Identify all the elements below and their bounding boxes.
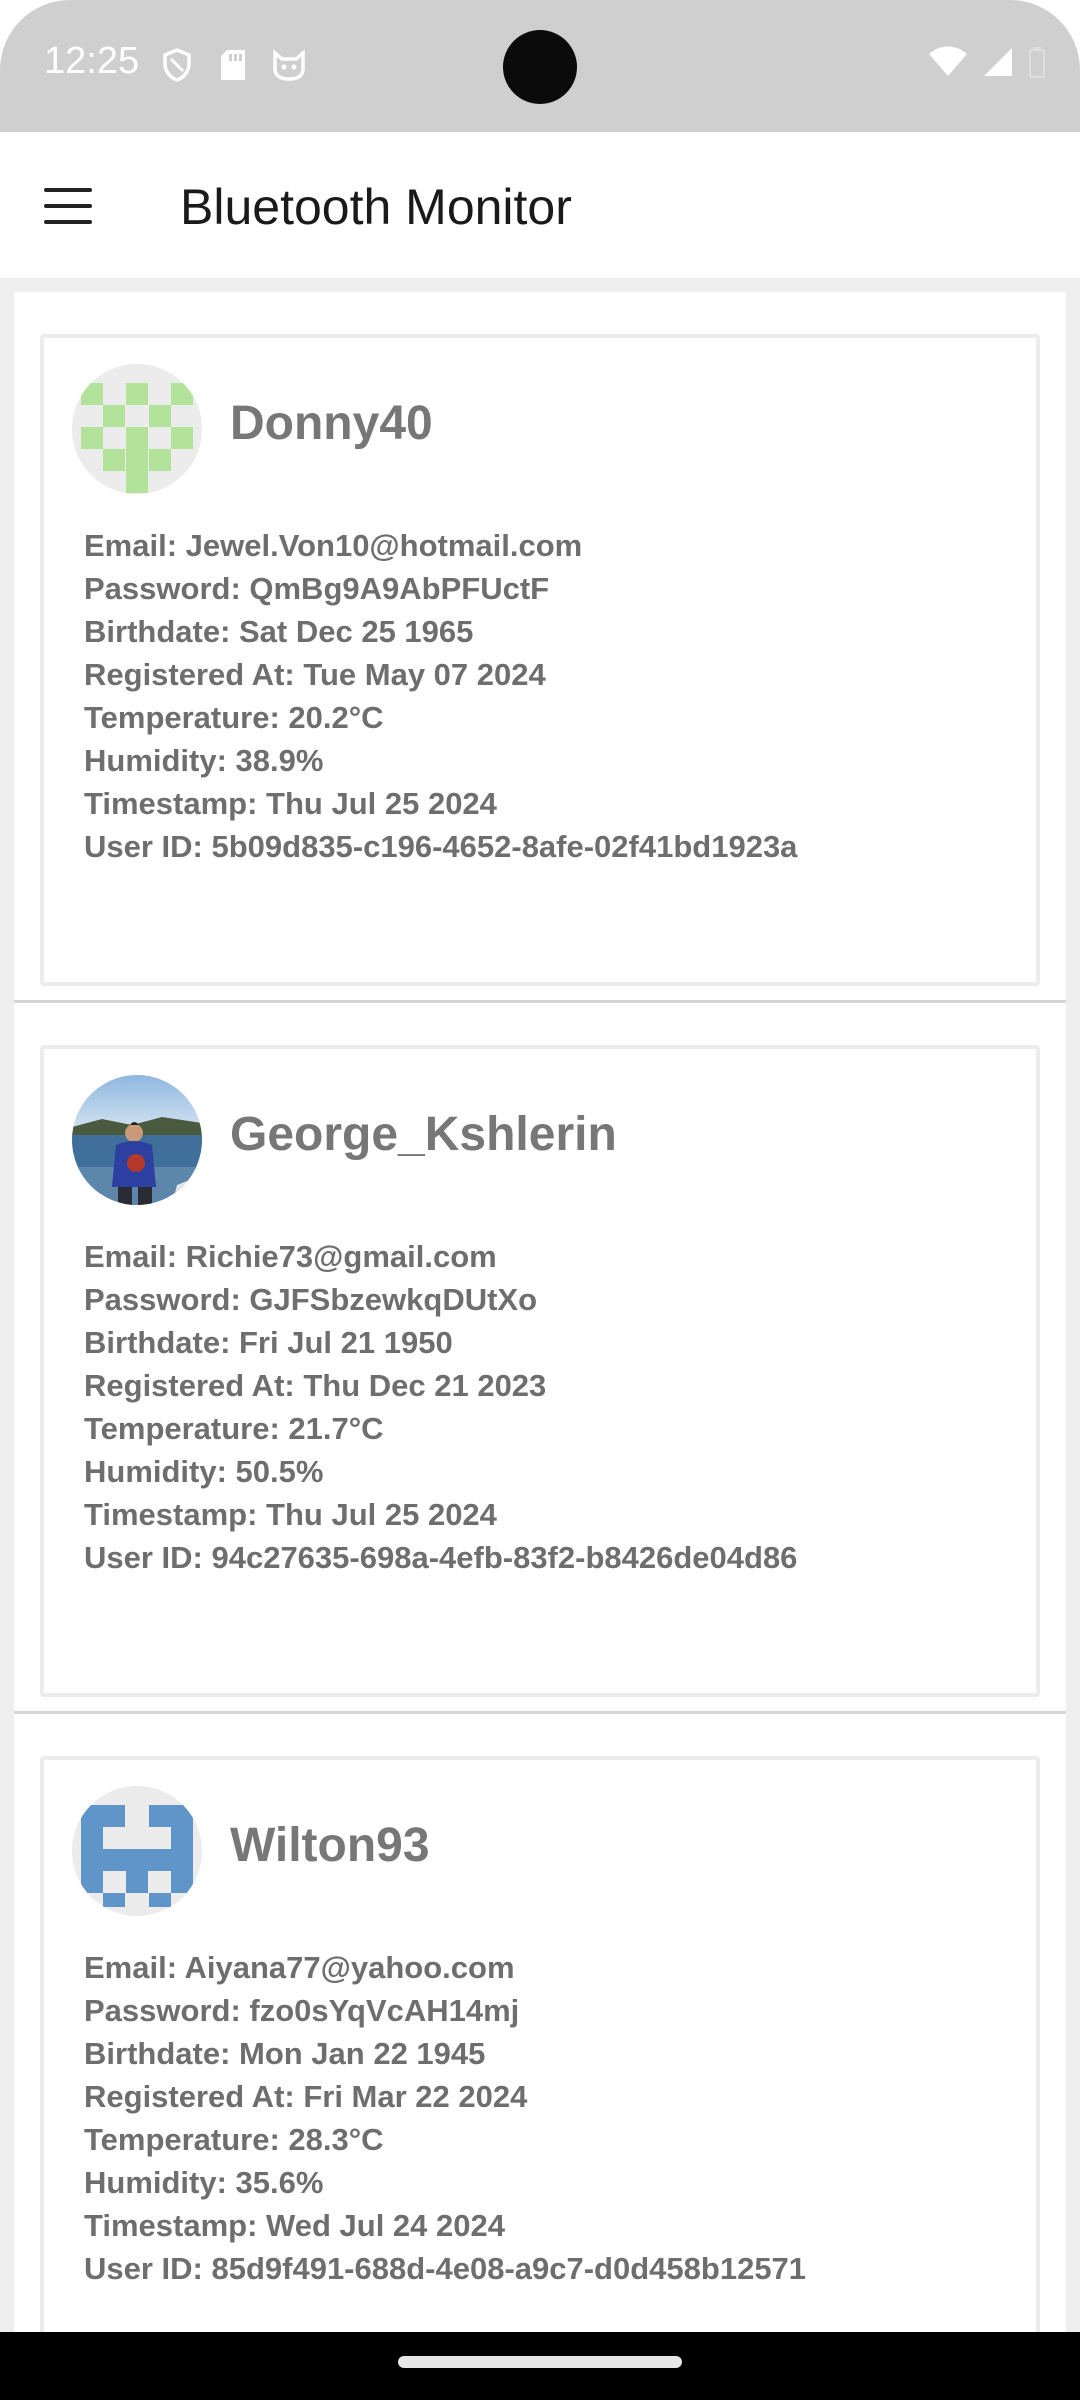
user-id-text: User ID: 5b09d835-c196-4652-8afe-02f41bd… — [84, 829, 798, 864]
identicon-green-icon — [72, 364, 202, 494]
user-details: Email: Richie73@gmail.com Password: GJFS… — [84, 1235, 797, 1579]
username: Wilton93 — [230, 1819, 430, 1872]
birthdate-text: Birthdate: Sat Dec 25 1965 — [84, 614, 474, 649]
timestamp-text: Timestamp: Thu Jul 25 2024 — [84, 1497, 497, 1532]
front-camera — [503, 30, 577, 104]
temperature-text: Temperature: 21.7°C — [84, 1411, 384, 1446]
content-area[interactable]: Donny40 Email: Jewel.Von10@hotmail.com P… — [0, 278, 1080, 2332]
photo-person-lake-icon — [72, 1075, 202, 1205]
wifi-icon — [928, 46, 968, 83]
status-time: 12:25 — [44, 40, 140, 82]
user-details: Email: Aiyana77@yahoo.com Password: fzo0… — [84, 1946, 806, 2290]
humidity-text: Humidity: 50.5% — [84, 1454, 324, 1489]
registered-text: Registered At: Tue May 07 2024 — [84, 657, 546, 692]
status-bar: 12:25 — [0, 0, 1080, 132]
avatar — [72, 1075, 202, 1205]
humidity-text: Humidity: 35.6% — [84, 2165, 324, 2200]
battery-icon — [1028, 46, 1046, 83]
password-text: Password: QmBg9A9AbPFUctF — [84, 571, 550, 606]
user-list[interactable]: Donny40 Email: Jewel.Von10@hotmail.com P… — [14, 292, 1066, 2332]
user-details: Email: Jewel.Von10@hotmail.com Password:… — [84, 524, 797, 868]
user-card[interactable]: George_Kshlerin Email: Richie73@gmail.co… — [40, 1045, 1040, 1697]
username: George_Kshlerin — [230, 1108, 617, 1161]
app-bar: Bluetooth Monitor — [0, 132, 1080, 278]
status-icons-right — [928, 46, 1046, 83]
identicon-blue-icon — [72, 1786, 202, 1916]
registered-text: Registered At: Fri Mar 22 2024 — [84, 2079, 528, 2114]
password-text: Password: GJFSbzewkqDUtXo — [84, 1282, 538, 1317]
hamburger-menu-icon[interactable] — [44, 188, 92, 224]
sd-card-icon — [216, 48, 250, 82]
password-text: Password: fzo0sYqVcAH14mj — [84, 1993, 520, 2028]
timestamp-text: Timestamp: Wed Jul 24 2024 — [84, 2208, 505, 2243]
temperature-text: Temperature: 28.3°C — [84, 2122, 384, 2157]
user-card[interactable]: Wilton93 Email: Aiyana77@yahoo.com Passw… — [40, 1756, 1040, 2332]
navigation-bar — [0, 2332, 1080, 2400]
email-text: Email: Richie73@gmail.com — [84, 1239, 497, 1274]
timestamp-text: Timestamp: Thu Jul 25 2024 — [84, 786, 497, 821]
shield-icon — [160, 48, 194, 82]
status-icons-left — [160, 48, 306, 82]
humidity-text: Humidity: 38.9% — [84, 743, 324, 778]
avatar — [72, 1786, 202, 1916]
username: Donny40 — [230, 397, 433, 450]
birthdate-text: Birthdate: Mon Jan 22 1945 — [84, 2036, 486, 2071]
email-text: Email: Aiyana77@yahoo.com — [84, 1950, 515, 1985]
list-item[interactable]: Donny40 Email: Jewel.Von10@hotmail.com P… — [14, 292, 1066, 1003]
home-gesture-handle[interactable] — [398, 2356, 682, 2368]
list-item[interactable]: George_Kshlerin Email: Richie73@gmail.co… — [14, 1003, 1066, 1714]
cat-face-icon — [272, 48, 306, 82]
user-card[interactable]: Donny40 Email: Jewel.Von10@hotmail.com P… — [40, 334, 1040, 986]
screen: 12:25 Bluetooth Monitor Donny40 Email: J… — [0, 0, 1080, 2400]
signal-icon — [982, 46, 1014, 83]
birthdate-text: Birthdate: Fri Jul 21 1950 — [84, 1325, 453, 1360]
email-text: Email: Jewel.Von10@hotmail.com — [84, 528, 583, 563]
list-item[interactable]: Wilton93 Email: Aiyana77@yahoo.com Passw… — [14, 1714, 1066, 2332]
registered-text: Registered At: Thu Dec 21 2023 — [84, 1368, 547, 1403]
user-id-text: User ID: 85d9f491-688d-4e08-a9c7-d0d458b… — [84, 2251, 807, 2286]
app-title: Bluetooth Monitor — [180, 179, 572, 235]
user-id-text: User ID: 94c27635-698a-4efb-83f2-b8426de… — [84, 1540, 798, 1575]
temperature-text: Temperature: 20.2°C — [84, 700, 384, 735]
avatar — [72, 364, 202, 494]
